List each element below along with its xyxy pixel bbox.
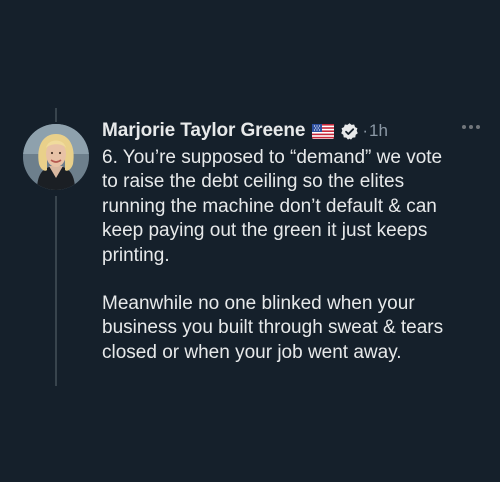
header-separator: · [362,121,369,140]
tweet-text: 6. You’re supposed to “demand” we vote t… [102,146,494,365]
tweet-header: Marjorie Taylor Greene · 1h [102,118,388,144]
thread-connector-line [55,196,57,386]
more-options-icon[interactable] [462,125,480,129]
tweet-paragraph: Meanwhile no one blinked when your busin… [102,293,444,363]
avatar-image [23,124,89,190]
thread-connector-line-top [55,108,57,122]
tweet-timestamp[interactable]: 1h [369,121,388,141]
author-name[interactable]: Marjorie Taylor Greene [102,120,305,142]
tweet-paragraph: 6. You’re supposed to “demand” we vote t… [102,147,443,266]
more-dot [462,125,466,129]
more-dot [476,125,480,129]
more-dot [469,125,473,129]
us-flag-icon [312,123,335,139]
avatar[interactable] [23,124,89,190]
verified-badge-icon [341,122,359,140]
